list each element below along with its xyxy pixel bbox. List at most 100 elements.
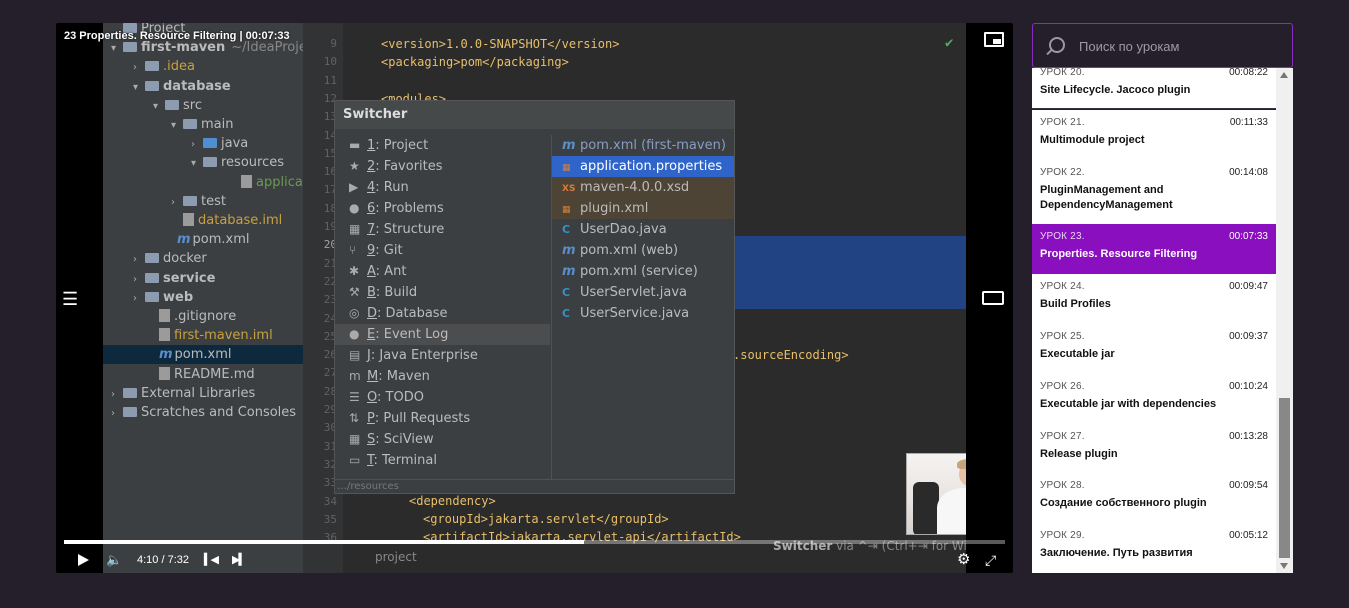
tree-item: m pom.xml xyxy=(103,345,303,365)
switcher-file-item[interactable]: C UserDao.java xyxy=(552,219,734,240)
switcher-tool-item[interactable]: ★ 2: Favorites xyxy=(335,156,550,177)
video-player[interactable]: Project ▾ first-maven ~/IdeaProjec › .idea ▾ da… xyxy=(56,23,1013,573)
tree-item: › test xyxy=(171,192,226,211)
next-icon[interactable]: ▶▍ xyxy=(232,551,247,569)
switcher-tool-item[interactable]: ✱ A: Ant xyxy=(335,261,550,282)
lesson-item[interactable]: УРОК 29. 00:05:12 Заключение. Путь развити… xyxy=(1032,523,1276,573)
tool-label: : Event Log xyxy=(375,327,449,342)
switcher-tool-item[interactable]: ☰ O: TODO xyxy=(335,387,550,408)
lesson-number: УРОК 28. xyxy=(1040,480,1085,491)
switcher-tool-item[interactable]: ▦ S: SciView xyxy=(335,429,550,450)
switcher-file-label: pom.xml (first-maven) xyxy=(580,138,726,153)
lesson-item[interactable]: УРОК 27. 00:13:28 Release plugin xyxy=(1032,424,1276,480)
switcher-file-item[interactable]: ▦ application.properties xyxy=(552,156,734,177)
tree-item-label: pom.xml xyxy=(192,232,250,248)
switcher-tool-item[interactable]: ⚒ B: Build xyxy=(335,282,550,303)
lesson-title: PluginManagement and DependencyManagemen… xyxy=(1040,184,1173,211)
tree-item-label: test xyxy=(201,193,226,209)
tool-shortcut-key: A xyxy=(367,264,376,279)
chevron-icon: › xyxy=(133,292,137,304)
play-button[interactable] xyxy=(76,551,90,569)
lesson-duration: 00:14:08 xyxy=(1229,167,1268,178)
lesson-item[interactable]: УРОК 20. 00:08:22 Site Lifecycle. Jacoco p… xyxy=(1032,68,1276,109)
tree-item-label: .gitignore xyxy=(174,309,237,324)
switcher-tool-item[interactable]: m M: Maven xyxy=(335,366,550,387)
theater-mode-icon[interactable] xyxy=(982,291,1004,305)
volume-icon[interactable]: 🔈 xyxy=(106,551,122,569)
tool-window-icon: ▭ xyxy=(349,453,361,467)
switcher-tool-item[interactable]: ▦ 7: Structure xyxy=(335,219,550,240)
chevron-icon: ▾ xyxy=(191,158,197,170)
playlist-toggle-icon[interactable]: ☰ xyxy=(62,290,84,308)
lesson-title: Executable jar with dependencies xyxy=(1040,398,1217,410)
maven-icon: m xyxy=(159,347,173,363)
switcher-tool-item[interactable]: ▭ T: Terminal xyxy=(335,450,550,471)
switcher-tool-item[interactable]: ▶ 4: Run xyxy=(335,177,550,198)
switcher-file-item[interactable]: C UserService.java xyxy=(552,303,734,324)
switcher-file-item[interactable]: C UserServlet.java xyxy=(552,282,734,303)
tree-item: › docker xyxy=(133,249,207,268)
file-icon xyxy=(183,213,194,226)
switcher-tool-item[interactable]: ▬ 1: Project xyxy=(335,135,550,156)
file-type-icon: XS xyxy=(562,184,576,194)
chevron-icon: › xyxy=(191,139,195,151)
tree-item: database.iml xyxy=(171,211,282,230)
scroll-down-icon[interactable] xyxy=(1280,563,1288,569)
switcher-tool-item[interactable]: ● 6: Problems xyxy=(335,198,550,219)
maven-icon: m xyxy=(177,232,191,248)
chevron-icon: ▾ xyxy=(153,100,159,112)
switcher-tool-item[interactable]: ⑂ 9: Git xyxy=(335,240,550,261)
webcam-overlay xyxy=(906,453,966,535)
picture-in-picture-icon[interactable] xyxy=(984,32,1004,47)
switcher-file-item[interactable]: m pom.xml (first-maven) xyxy=(552,135,734,156)
tree-item: › java xyxy=(191,134,248,153)
switcher-tool-item[interactable]: ◎ D: Database xyxy=(335,303,550,324)
lesson-item[interactable]: УРОК 28. 00:09:54 Создание собственного pl… xyxy=(1032,473,1276,530)
lesson-item[interactable]: УРОК 22. 00:14:08 PluginManagement and Dep… xyxy=(1032,160,1276,231)
code-line-dependency: <dependency> xyxy=(409,492,496,510)
settings-gear-icon[interactable]: ⚙ xyxy=(957,551,970,569)
file-type-icon: ▦ xyxy=(562,163,571,173)
progress-bar[interactable] xyxy=(64,540,1005,544)
lesson-item[interactable]: УРОК 25. 00:09:37 Executable jar xyxy=(1032,324,1276,381)
lesson-item[interactable]: УРОК 26. 00:10:24 Executable jar with depe… xyxy=(1032,374,1276,431)
switcher-file-item[interactable]: XS maven-4.0.0.xsd xyxy=(552,177,734,198)
switcher-tool-item[interactable]: ● E: Event Log xyxy=(335,324,550,345)
tree-item-label: .idea xyxy=(163,59,195,75)
tree-item: ▾ resources xyxy=(191,153,284,172)
tree-item-label: first-maven xyxy=(141,40,226,56)
scroll-up-icon[interactable] xyxy=(1280,72,1288,78)
switcher-file-item[interactable]: m pom.xml (service) xyxy=(552,261,734,282)
tree-item: › External Libraries xyxy=(111,384,255,403)
switcher-tool-item[interactable]: ⇅ P: Pull Requests xyxy=(335,408,550,429)
lesson-list-scrollbar[interactable] xyxy=(1276,68,1293,573)
lesson-number: УРОК 22. xyxy=(1040,167,1085,178)
tree-item-label: database.iml xyxy=(198,213,283,228)
switcher-file-item[interactable]: ▦ plugin.xml xyxy=(552,198,734,219)
tree-item-label: src xyxy=(183,97,202,113)
lesson-item[interactable]: УРОК 24. 00:09:47 Build Profiles xyxy=(1032,274,1276,331)
switcher-file-label: application.properties xyxy=(580,159,723,174)
code-line-groupid: <groupId>jakarta.servlet</groupId> xyxy=(423,510,669,528)
switcher-tool-item[interactable]: ▤ J: Java Enterprise xyxy=(335,345,550,366)
search-input[interactable] xyxy=(1079,35,1279,57)
lesson-title: Заключение. Путь развития xyxy=(1040,547,1193,559)
switcher-file-item[interactable]: m pom.xml (web) xyxy=(552,240,734,261)
scroll-thumb[interactable] xyxy=(1279,398,1290,558)
lesson-title: Release plugin xyxy=(1040,448,1118,460)
fullscreen-icon[interactable]: ⤢ xyxy=(985,551,996,569)
tree-item-label: main xyxy=(201,117,234,132)
tool-shortcut-key: E xyxy=(367,327,376,342)
lesson-item[interactable]: УРОК 21. 00:11:33 Multimodule project xyxy=(1032,110,1276,167)
folder-icon xyxy=(203,157,217,168)
lesson-number: УРОК 20. xyxy=(1040,68,1085,78)
tool-window-icon: ⇅ xyxy=(349,411,360,425)
tree-item: › .idea xyxy=(133,57,195,76)
previous-icon[interactable]: ▍◀ xyxy=(204,551,219,569)
tree-item-label: service xyxy=(163,270,216,286)
code-line-packaging: <packaging>pom</packaging> xyxy=(381,53,569,71)
switcher-tool-list: ▬ 1: Project ★ 2: Favorites ▶ 4: Run ● 6: Probl… xyxy=(335,135,550,471)
lesson-item[interactable]: УРОК 23. 00:07:33 Properties. Resource Fil… xyxy=(1032,224,1276,281)
tree-item-label: database xyxy=(163,78,231,94)
lesson-number: УРОК 23. xyxy=(1040,231,1085,242)
